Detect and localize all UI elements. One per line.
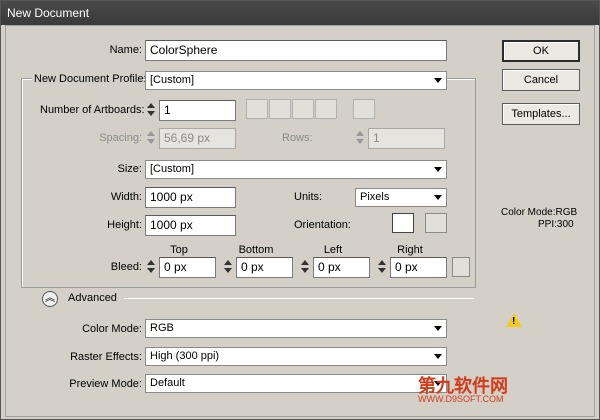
arrange-by-row-icon[interactable]: [292, 99, 314, 119]
new-document-dialog: New Document Name: ColorSphere New Docum…: [0, 0, 600, 420]
preview-mode-label: Preview Mode:: [69, 378, 142, 390]
rows-stepper[interactable]: [355, 128, 366, 147]
artboards-label: Number of Artboards:: [40, 104, 145, 116]
advanced-divider: [124, 298, 474, 299]
size-label: Size:: [117, 163, 142, 175]
name-label: Name:: [109, 44, 142, 56]
units-label: Units:: [294, 191, 323, 203]
profile-select-value: [Custom]: [150, 74, 195, 86]
raster-effects-select-value: High (300 ppi): [150, 350, 220, 362]
watermark-url: WWW.D9SOFT.COM: [418, 394, 504, 404]
cancel-button[interactable]: Cancel: [502, 69, 580, 91]
height-input[interactable]: 1000 px: [145, 215, 236, 236]
preview-mode-select-value: Default: [150, 377, 185, 389]
width-input[interactable]: 1000 px: [145, 187, 236, 208]
right-to-left-icon[interactable]: [353, 99, 375, 119]
chevron-down-icon: [434, 167, 442, 172]
arrange-by-column-icon[interactable]: [315, 99, 337, 119]
dialog-title: New Document: [1, 1, 599, 25]
chevron-down-icon: [434, 195, 442, 200]
bleed-bottom-stepper[interactable]: [223, 257, 234, 276]
chevron-down-icon: [434, 354, 442, 359]
size-select-value: [Custom]: [150, 163, 195, 175]
info-color-mode: Color Mode:RGB: [501, 207, 578, 218]
bleed-left-stepper[interactable]: [300, 257, 311, 276]
raster-effects-select[interactable]: High (300 ppi): [145, 347, 447, 366]
preview-mode-select[interactable]: Default: [145, 374, 447, 393]
profile-label: New Document Profile:: [32, 73, 147, 85]
landscape-orientation-icon[interactable]: [425, 213, 447, 233]
units-select[interactable]: Pixels: [355, 188, 447, 207]
bleed-top-label: Top: [170, 244, 188, 256]
orientation-label: Orientation:: [294, 219, 351, 231]
artboards-stepper[interactable]: [146, 100, 157, 119]
bleed-right-input[interactable]: 0 px: [390, 257, 447, 278]
info-ppi: PPI:300: [538, 219, 574, 230]
profile-select[interactable]: [Custom]: [145, 71, 447, 90]
collapse-advanced-icon[interactable]: ︽: [42, 291, 58, 307]
bleed-left-input[interactable]: 0 px: [313, 257, 370, 278]
bleed-right-label: Right: [397, 244, 423, 256]
bleed-top-input[interactable]: 0 px: [159, 257, 216, 278]
spacing-input[interactable]: 56,69 px: [159, 128, 236, 149]
artboards-input[interactable]: 1: [159, 100, 236, 121]
warning-mark: !: [512, 316, 516, 327]
width-label: Width:: [110, 191, 142, 203]
spacing-stepper[interactable]: [146, 128, 157, 147]
chevron-down-icon: [434, 78, 442, 83]
link-bleed-icon[interactable]: [452, 257, 470, 277]
chevron-down-icon: [434, 326, 442, 331]
bleed-right-stepper[interactable]: [377, 257, 388, 276]
advanced-label: Advanced: [68, 292, 117, 304]
rows-input[interactable]: 1: [368, 128, 445, 149]
templates-button[interactable]: Templates...: [502, 103, 580, 125]
color-mode-select-value: RGB: [150, 322, 174, 334]
rows-label: Rows:: [282, 132, 313, 144]
spacing-label: Spacing:: [99, 132, 142, 144]
bleed-left-label: Left: [323, 244, 343, 256]
portrait-orientation-icon[interactable]: [392, 213, 414, 233]
height-label: Height:: [107, 219, 142, 231]
units-select-value: Pixels: [360, 191, 390, 203]
bleed-label: Bleed:: [110, 261, 142, 273]
dialog-body: Name: ColorSphere New Document Profile: …: [5, 25, 595, 417]
color-mode-label: Color Mode:: [82, 323, 142, 335]
grid-by-column-icon[interactable]: [269, 99, 291, 119]
color-mode-select[interactable]: RGB: [145, 319, 447, 338]
bleed-top-stepper[interactable]: [146, 257, 157, 276]
raster-effects-label: Raster Effects:: [70, 351, 142, 363]
bleed-bottom-input[interactable]: 0 px: [236, 257, 293, 278]
size-select[interactable]: [Custom]: [145, 160, 447, 179]
ok-button[interactable]: OK: [502, 40, 580, 62]
grid-by-row-icon[interactable]: [246, 99, 268, 119]
name-input[interactable]: ColorSphere: [145, 40, 447, 61]
bleed-bottom-label: Bottom: [238, 244, 274, 256]
